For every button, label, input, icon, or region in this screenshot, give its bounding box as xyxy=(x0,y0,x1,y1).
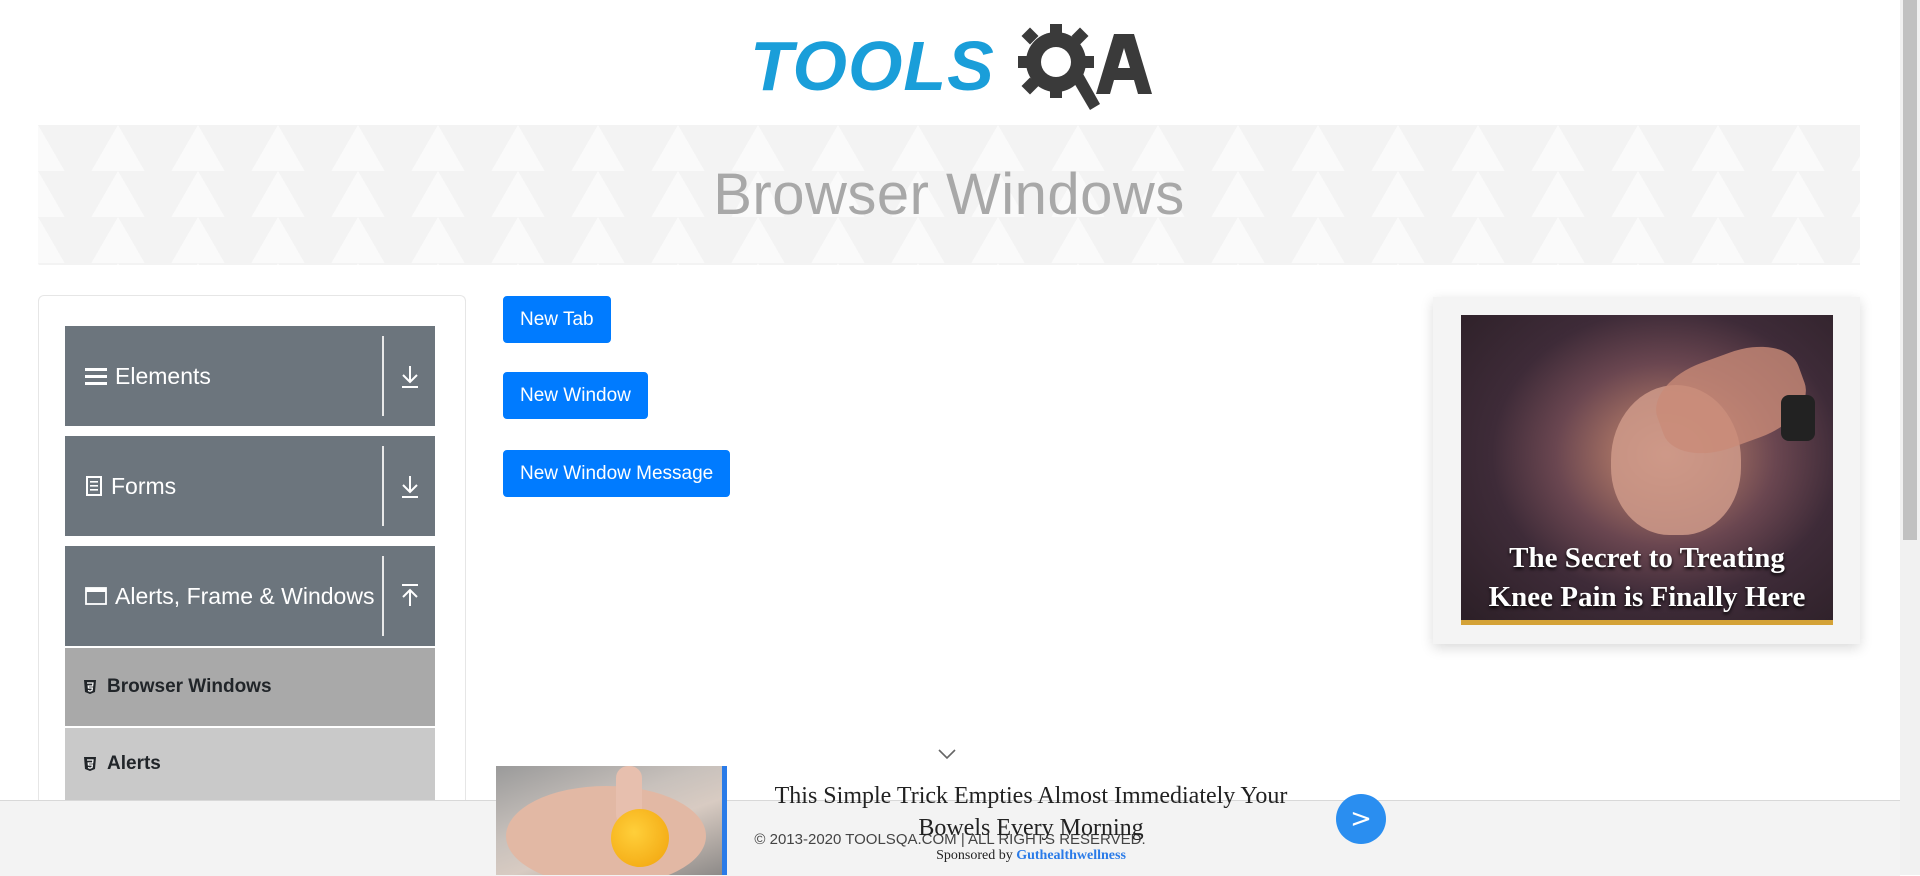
html5-icon xyxy=(84,680,96,694)
ad-thumbnail[interactable] xyxy=(496,766,722,875)
sidebar-group-label: Alerts, Frame & Windows xyxy=(115,582,375,609)
download-arrow-icon[interactable] xyxy=(398,472,422,500)
toolsqa-logo[interactable]: TOOLS xyxy=(750,18,1155,114)
divider xyxy=(382,446,384,526)
upload-arrow-icon[interactable] xyxy=(398,582,422,610)
document-icon xyxy=(86,476,102,496)
ad-sponsor: Sponsored by Guthealthwellness xyxy=(751,848,1311,864)
right-advertisement[interactable]: The Secret to Treating Knee Pain is Fina… xyxy=(1433,297,1860,644)
sidebar-group-alerts-frame-windows[interactable]: Alerts, Frame & Windows xyxy=(65,546,435,646)
window-icon xyxy=(85,587,107,605)
sidebar-item-alerts[interactable]: Alerts xyxy=(65,728,435,800)
sidebar-group-forms[interactable]: Forms xyxy=(65,436,435,536)
divider xyxy=(382,556,384,636)
new-window-button[interactable]: New Window xyxy=(503,372,648,419)
sidebar-item-label: Browser Windows xyxy=(107,676,272,697)
gear-icon xyxy=(1018,24,1100,110)
divider xyxy=(382,336,384,416)
sidebar-item-label: Alerts xyxy=(107,753,161,774)
ad-accent-bar xyxy=(1461,620,1833,625)
page: TOOLS Browser Windows Elements Forms Ale… xyxy=(0,0,1900,876)
scrollbar-thumb[interactable] xyxy=(1903,0,1917,540)
ad-watch-shape xyxy=(1781,395,1815,441)
sidebar-group-elements[interactable]: Elements xyxy=(65,326,435,426)
sidebar-item-browser-windows[interactable]: Browser Windows xyxy=(65,648,435,726)
ad-caption: The Secret to Treating Knee Pain is Fina… xyxy=(1461,539,1833,617)
download-arrow-icon[interactable] xyxy=(398,362,422,390)
sidebar: Elements Forms Alerts, Frame & Windows B… xyxy=(38,295,466,876)
hamburger-icon xyxy=(85,368,107,385)
sponsor-name[interactable]: Guthealthwellness xyxy=(1016,848,1126,863)
sidebar-group-label: Forms xyxy=(111,472,177,499)
sidebar-group-label: Elements xyxy=(115,362,211,389)
new-window-message-button[interactable]: New Window Message xyxy=(503,450,731,497)
page-banner: Browser Windows xyxy=(38,125,1860,265)
new-tab-button[interactable]: New Tab xyxy=(503,296,611,343)
ad-go-button[interactable]: > xyxy=(1336,794,1386,844)
chevron-down-icon[interactable] xyxy=(937,747,957,761)
logo-text: TOOLS xyxy=(750,27,995,105)
knee-pain-ad-image[interactable]: The Secret to Treating Knee Pain is Fina… xyxy=(1461,315,1833,625)
bottom-advertisement[interactable]: This Simple Trick Empties Almost Immedia… xyxy=(496,766,1386,875)
page-title: Browser Windows xyxy=(713,162,1185,227)
ad-palm-shape xyxy=(506,786,706,875)
html5-icon xyxy=(84,757,96,771)
ad-headline[interactable]: This Simple Trick Empties Almost Immedia… xyxy=(751,780,1311,844)
ad-yolk-shape xyxy=(611,809,669,867)
ad-caption-line: Knee Pain is Finally Here xyxy=(1488,581,1806,613)
sponsor-prefix: Sponsored by xyxy=(936,848,1013,863)
vertical-scrollbar[interactable] xyxy=(1900,0,1920,875)
ad-caption-line: The Secret to Treating xyxy=(1509,542,1785,574)
logo-a-letter xyxy=(1096,34,1152,94)
ad-separator xyxy=(722,766,727,875)
